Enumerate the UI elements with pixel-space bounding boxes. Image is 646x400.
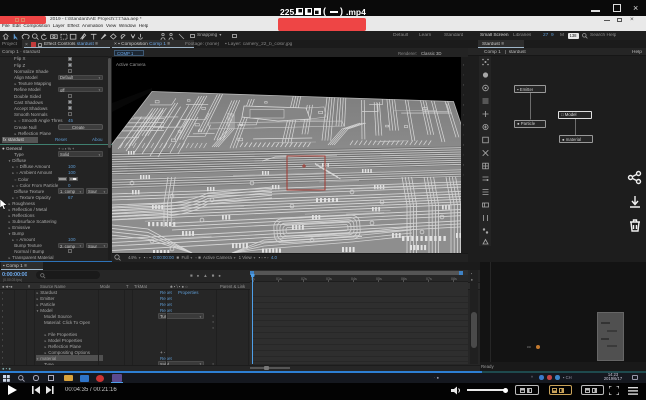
svg-text:Active Camera: Active Camera [116,62,146,67]
